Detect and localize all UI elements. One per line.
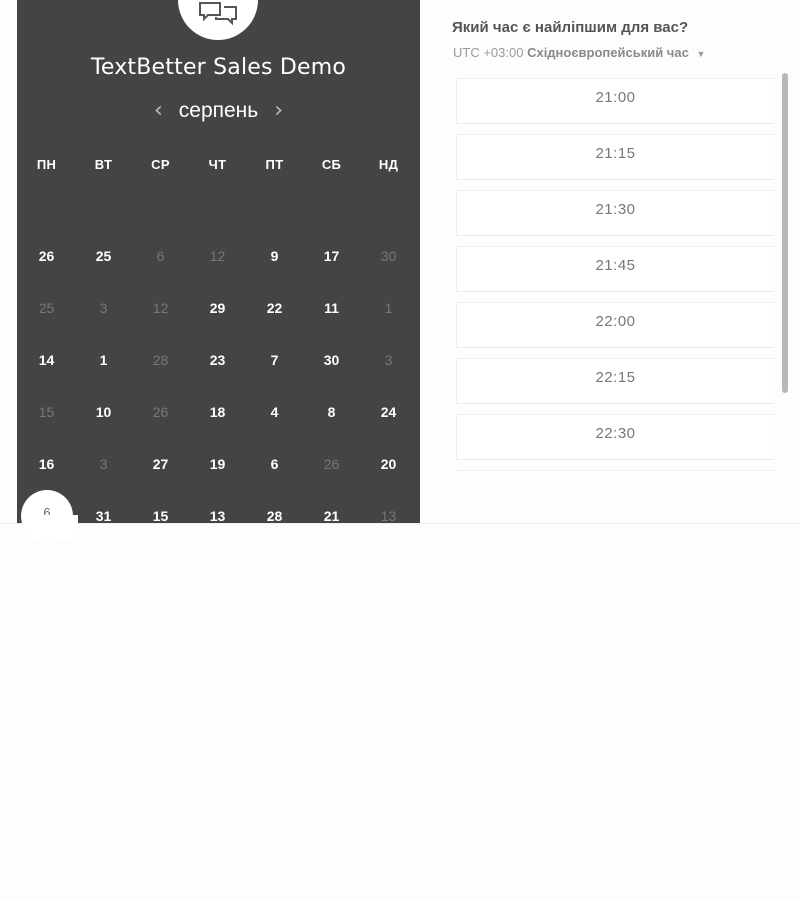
time-slot-partial bbox=[456, 470, 774, 472]
calendar-day: 26 bbox=[152, 404, 169, 420]
calendar-day[interactable]: 22 bbox=[246, 282, 303, 334]
caret-down-icon: ▼ bbox=[696, 49, 706, 59]
calendar-day: 6 bbox=[156, 248, 165, 264]
calendar-day[interactable]: 8 bbox=[303, 386, 360, 438]
calendar-day: 3 bbox=[99, 456, 108, 472]
calendar-day[interactable]: 17 bbox=[303, 230, 360, 282]
calendar-day: 3 bbox=[384, 352, 393, 368]
calendar-day[interactable]: 19 bbox=[189, 438, 246, 490]
scheduler-widget: TextBetter Sales Demo ‹ серпень › ПН ВТ СР… bbox=[0, 0, 800, 542]
time-slot[interactable]: 22:30 bbox=[456, 414, 774, 460]
time-slot[interactable]: 21:30 bbox=[456, 190, 774, 236]
calendar-day[interactable]: 10 bbox=[75, 386, 132, 438]
month-label: серпень bbox=[178, 99, 259, 122]
calendar-day: 30 bbox=[380, 248, 397, 264]
time-slot[interactable]: 22:15 bbox=[456, 358, 774, 404]
calendar-day: 12 bbox=[209, 248, 226, 264]
time-slot[interactable]: 22:00 bbox=[456, 302, 774, 348]
calendar-day: 12 bbox=[152, 300, 169, 316]
event-title: TextBetter Sales Demo bbox=[90, 55, 347, 80]
timezone-name: Східноєвропейський час bbox=[527, 45, 689, 60]
time-question: Який час є найліпшим для вас? bbox=[452, 19, 689, 36]
calendar-day[interactable]: 11 bbox=[303, 282, 360, 334]
weekday-label: СР bbox=[151, 157, 170, 172]
calendar-day[interactable]: 23 bbox=[189, 334, 246, 386]
calendar-day[interactable]: 1 bbox=[75, 334, 132, 386]
weekday-label: ЧТ bbox=[208, 157, 227, 172]
calendar-day[interactable]: 27 bbox=[132, 438, 189, 490]
calendar-day[interactable]: 30 bbox=[303, 334, 360, 386]
chat-bubbles-icon bbox=[199, 2, 237, 26]
chevron-right-icon[interactable]: › bbox=[274, 98, 283, 124]
calendar-day[interactable]: 31 bbox=[75, 490, 132, 542]
calendar-day[interactable]: 21 bbox=[303, 490, 360, 542]
calendar-day: 3 bbox=[99, 300, 108, 316]
calendar-day[interactable]: 14 bbox=[18, 334, 75, 386]
time-slot-list: 21:00 21:15 21:30 21:45 22:00 22:15 22:30 bbox=[456, 78, 774, 482]
weekday-label: ПН bbox=[36, 157, 57, 172]
weekday-label: НД bbox=[378, 157, 399, 172]
time-slot[interactable]: 21:45 bbox=[456, 246, 774, 292]
timezone-selector[interactable]: UTC +03:00 Східноєвропейський час ▼ bbox=[453, 45, 705, 60]
calendar-day[interactable]: 4 bbox=[246, 386, 303, 438]
calendar-day[interactable]: 20 bbox=[360, 438, 417, 490]
calendar-day: 13 bbox=[380, 508, 397, 524]
calendar-day[interactable]: 29 bbox=[189, 282, 246, 334]
calendar-day[interactable]: 7 bbox=[246, 334, 303, 386]
weekday-label: ПТ bbox=[265, 157, 284, 172]
calendar-grid: 26 25 6 12 9 17 30 25 3 12 29 22 11 1 14 1 28 23 7 30 3 15 10 2… bbox=[17, 230, 421, 542]
time-panel: Який час є найліпшим для вас? UTC +03:00… bbox=[452, 0, 800, 523]
time-slot[interactable]: 21:15 bbox=[456, 134, 774, 180]
calendar-day[interactable]: 15 bbox=[132, 490, 189, 542]
calendar-day[interactable]: 16 bbox=[18, 438, 75, 490]
calendar-day: 15 bbox=[38, 404, 55, 420]
chevron-left-icon[interactable]: ‹ bbox=[154, 98, 163, 124]
calendar-day[interactable]: 9 bbox=[246, 230, 303, 282]
calendar-day: 26 bbox=[323, 456, 340, 472]
calendar-day: 28 bbox=[152, 352, 169, 368]
calendar-panel: TextBetter Sales Demo ‹ серпень › ПН ВТ СР… bbox=[17, 0, 421, 542]
calendar-day[interactable]: 18 bbox=[189, 386, 246, 438]
scrollbar[interactable] bbox=[782, 73, 788, 393]
event-logo bbox=[178, 0, 258, 40]
calendar-day[interactable]: 24 bbox=[360, 386, 417, 438]
calendar-day[interactable]: 28 bbox=[246, 490, 303, 542]
weekday-label: СБ bbox=[321, 157, 342, 172]
calendar-day[interactable]: 25 bbox=[75, 230, 132, 282]
selected-day-tab bbox=[25, 515, 78, 540]
calendar-day: 25 bbox=[38, 300, 55, 316]
calendar-day[interactable]: 13 bbox=[189, 490, 246, 542]
calendar-day[interactable]: 6 bbox=[246, 438, 303, 490]
time-slot[interactable]: 21:00 bbox=[456, 78, 774, 124]
calendar-day[interactable]: 26 bbox=[18, 230, 75, 282]
weekday-label: ВТ bbox=[94, 157, 113, 172]
timezone-offset: UTC +03:00 bbox=[453, 45, 524, 60]
weekday-header: ПН ВТ СР ЧТ ПТ СБ НД bbox=[17, 157, 421, 172]
month-navigation: ‹ серпень › bbox=[17, 98, 420, 124]
calendar-day: 1 bbox=[384, 300, 393, 316]
